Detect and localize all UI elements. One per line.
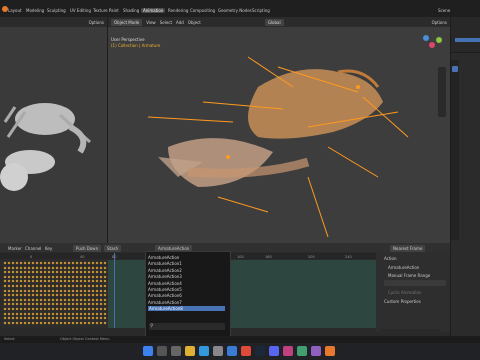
marker-menu[interactable]: Marker xyxy=(8,246,22,251)
navigation-gizmo[interactable] xyxy=(420,33,444,57)
os-taskbar xyxy=(0,343,480,360)
dropdown-search-input[interactable]: ⚲ xyxy=(149,323,225,330)
scene-label[interactable]: Scene xyxy=(438,8,450,13)
action-list-item[interactable]: ArmatureAction1 xyxy=(148,261,182,266)
windows-start-icon[interactable] xyxy=(143,346,153,356)
orientation-selector[interactable]: Global xyxy=(264,18,284,26)
action-list-item[interactable]: ArmatureAction5 xyxy=(148,287,182,292)
frame-range-fields[interactable] xyxy=(384,280,446,286)
status-bar: Select Object Object Context Menu xyxy=(0,336,480,343)
task-view-icon[interactable] xyxy=(171,346,181,356)
push-down-button[interactable]: Push Down xyxy=(73,245,102,252)
crayfish-model xyxy=(147,56,409,238)
ruler-200: 200 xyxy=(308,255,315,259)
current-frame-line[interactable] xyxy=(114,253,115,328)
browser-icon[interactable] xyxy=(199,346,209,356)
store-icon[interactable] xyxy=(213,346,223,356)
workspace-tab-sculpting[interactable]: Sculpting xyxy=(47,8,66,13)
outliner-selected-row[interactable] xyxy=(455,38,480,42)
action-list-item[interactable]: ArmatureAction6 xyxy=(148,293,182,298)
action-list-item[interactable]: ArmatureAction8 xyxy=(148,306,225,312)
manual-frame-range-checkbox[interactable]: Manual Frame Range xyxy=(388,273,430,278)
action-list-item[interactable]: ArmatureAction4 xyxy=(148,281,182,286)
crayfish-render-preview xyxy=(0,103,92,191)
app-icon[interactable] xyxy=(311,346,321,356)
action-list-item[interactable]: ArmatureAction xyxy=(148,255,179,260)
action-name-field[interactable]: ArmatureAction xyxy=(388,265,419,270)
viewport-tool-column[interactable] xyxy=(438,67,446,117)
action-list-item[interactable]: ArmatureAction3 xyxy=(148,274,182,279)
outliner-panel[interactable] xyxy=(451,17,480,52)
mode-selector[interactable]: Object Mode xyxy=(111,18,143,26)
workspace-tab-texture-paint[interactable]: Texture Paint xyxy=(93,8,119,13)
playback-controls[interactable] xyxy=(380,329,440,335)
select-menu[interactable]: Select xyxy=(160,20,172,25)
viewport-header: Object Mode View Select Add Object Globa… xyxy=(108,17,450,27)
cyclic-animation-checkbox[interactable]: Cyclic Animation xyxy=(388,290,421,295)
add-menu[interactable]: Add xyxy=(176,20,184,25)
workspace-tab-scripting[interactable]: Scripting xyxy=(252,8,270,13)
view-menu[interactable]: View xyxy=(146,20,156,25)
action-section-title[interactable]: Action xyxy=(384,256,397,261)
main-3d-viewport[interactable]: Object Mode View Select Add Object Globa… xyxy=(108,17,450,243)
status-context: Object Object Context Menu xyxy=(60,337,110,341)
app-icon[interactable] xyxy=(297,346,307,356)
left-viewport[interactable]: Options xyxy=(0,17,107,243)
workspace-tab-geometry-nodes[interactable]: Geometry Nodes xyxy=(218,8,252,13)
left-viewport-header: Options xyxy=(0,17,107,27)
properties-tab-column[interactable] xyxy=(451,60,459,240)
workspace-tab-uv-editing[interactable]: UV Editing xyxy=(70,8,91,13)
steam-icon[interactable] xyxy=(255,346,265,356)
object-menu[interactable]: Object xyxy=(188,20,201,25)
ruler-40: 40 xyxy=(80,255,85,259)
stash-button[interactable]: Stash xyxy=(104,245,122,252)
ruler-240: 240 xyxy=(345,255,352,259)
action-list-item[interactable]: ArmatureAction2 xyxy=(148,268,182,273)
blender-icon[interactable] xyxy=(325,346,335,356)
chrome-icon[interactable] xyxy=(241,346,251,356)
status-select: Select xyxy=(4,337,15,341)
workspace-tab-rendering[interactable]: Rendering xyxy=(168,8,188,13)
workspace-tab-modeling[interactable]: Modeling xyxy=(26,8,44,13)
ruler-0: 0 xyxy=(30,255,33,259)
search-icon[interactable] xyxy=(157,346,167,356)
workspace-tab-shading[interactable]: Shading xyxy=(123,8,139,13)
ruler-100: 100 xyxy=(237,255,244,259)
file-explorer-icon[interactable] xyxy=(185,346,195,356)
mail-icon[interactable] xyxy=(227,346,237,356)
custom-properties-section[interactable]: Custom Properties xyxy=(384,299,421,304)
channel-menu[interactable]: Channel xyxy=(25,246,41,251)
workspace-tab-compositing[interactable]: Compositing xyxy=(190,8,215,13)
workspace-tab-layout[interactable]: Layout xyxy=(8,8,22,13)
viewport-options-button[interactable]: Options xyxy=(432,20,447,25)
action-list-item[interactable]: ArmatureAction7 xyxy=(148,300,182,305)
properties-active-tab[interactable] xyxy=(452,66,458,72)
ruler-160: 160 xyxy=(265,255,272,259)
app-icon[interactable] xyxy=(283,346,293,356)
interpolation-selector[interactable]: Nearest Frame xyxy=(390,245,426,252)
search-icon: ⚲ xyxy=(150,323,154,329)
discord-icon[interactable] xyxy=(269,346,279,356)
key-menu[interactable]: Key xyxy=(45,246,52,251)
workspace-tab-animation[interactable]: Animation xyxy=(141,8,166,13)
left-options-button[interactable]: Options xyxy=(89,20,104,25)
